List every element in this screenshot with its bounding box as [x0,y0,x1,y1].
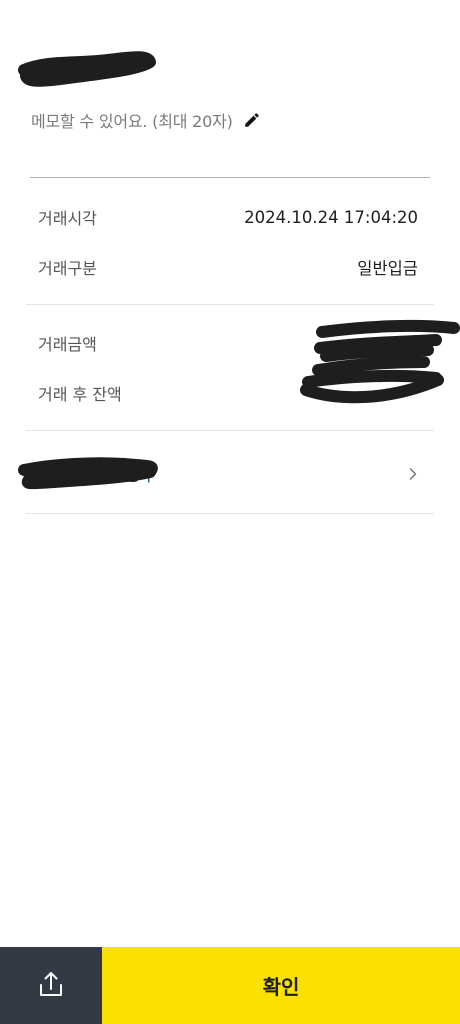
memo-placeholder: 메모할 수 있어요. (최대 20자) [31,112,233,131]
redacted-name [18,51,156,87]
bottom-action-bar: 확인 [0,947,460,1024]
share-icon [38,970,64,1001]
section-divider [26,430,434,431]
redacted-amounts [300,319,460,404]
memo-row[interactable]: 메모할 수 있어요. (최대 20자) [31,106,261,134]
transaction-time-row: 거래시각 2024.10.24 17:04:20 [38,204,418,230]
share-button[interactable] [0,947,102,1024]
transaction-type-label: 거래구분 [38,259,97,278]
transaction-type-row: 거래구분 일반입금 [38,254,418,280]
section-divider [26,304,434,305]
confirm-button[interactable]: 확인 [102,947,460,1024]
transaction-time-label: 거래시각 [38,209,97,228]
section-divider [26,513,434,514]
chevron-right-icon [406,466,420,480]
transaction-type-value: 일반입금 [357,259,418,278]
memo-divider [30,177,430,178]
redacted-link-text [18,457,158,490]
transaction-detail-page: 메모할 수 있어요. (최대 20자) 거래시각 2024.10.24 17:0… [0,0,460,1024]
pencil-icon[interactable] [243,111,261,129]
transaction-time-value: 2024.10.24 17:04:20 [244,207,418,227]
transaction-amount-label: 거래금액 [38,335,97,354]
balance-after-label: 거래 후 잔액 [38,385,122,404]
